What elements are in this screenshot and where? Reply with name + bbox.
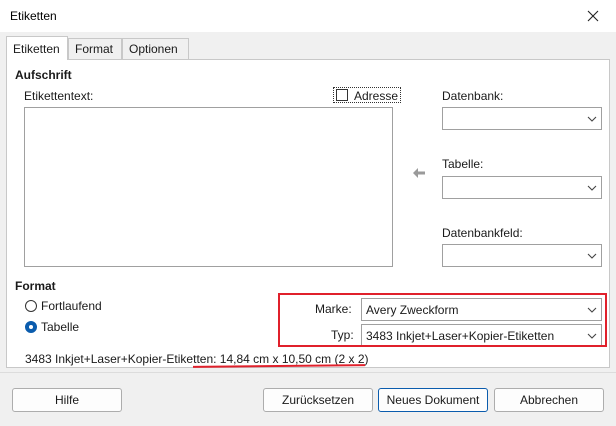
- chevron-down-icon: [583, 325, 601, 346]
- insert-field-button[interactable]: [409, 164, 429, 182]
- tab-format[interactable]: Format: [68, 38, 122, 60]
- tab-format-label: Format: [75, 42, 114, 56]
- format-heading: Format: [15, 279, 56, 293]
- neues-dokument-button[interactable]: Neues Dokument: [378, 388, 488, 412]
- marke-value: Avery Zweckform: [366, 303, 459, 317]
- hilfe-button[interactable]: Hilfe: [12, 388, 122, 412]
- tabelle-radio-label: Tabelle: [41, 320, 80, 334]
- chevron-down-icon: [583, 108, 601, 129]
- arrow-left-icon: [413, 168, 425, 178]
- etiketten-dialog: Etiketten Etiketten Format Optionen Aufs…: [0, 0, 616, 426]
- close-icon: [587, 10, 599, 22]
- tab-optionen[interactable]: Optionen: [122, 38, 189, 60]
- datenbankfeld-label: Datenbankfeld:: [442, 226, 523, 240]
- adresse-checkbox-group[interactable]: Adresse: [333, 87, 402, 103]
- chevron-down-icon: [583, 177, 601, 198]
- abbrechen-button[interactable]: Abbrechen: [494, 388, 604, 412]
- tabelle-radio[interactable]: [25, 321, 37, 333]
- fortlaufend-label: Fortlaufend: [41, 299, 102, 313]
- tabelle-select[interactable]: [442, 176, 602, 199]
- datenbank-select[interactable]: [442, 107, 602, 130]
- etikettentext-label: Etikettentext:: [24, 89, 94, 103]
- marke-select[interactable]: Avery Zweckform: [361, 298, 602, 321]
- etikettentext-textarea[interactable]: [24, 107, 393, 267]
- footer-separator: [0, 372, 616, 373]
- datenbankfeld-select[interactable]: [442, 244, 602, 267]
- abbrechen-button-label: Abbrechen: [519, 393, 579, 407]
- adresse-checkbox[interactable]: [336, 89, 348, 101]
- marke-label: Marke:: [315, 302, 352, 316]
- neues-dokument-button-label: Neues Dokument: [386, 393, 480, 407]
- tab-etiketten-label: Etiketten: [13, 42, 60, 56]
- tab-panel-etiketten: Aufschrift Etikettentext: Adresse Datenb…: [6, 59, 610, 368]
- fortlaufend-radio[interactable]: [25, 300, 37, 312]
- datenbank-label: Datenbank:: [442, 89, 504, 103]
- typ-select[interactable]: 3483 Inkjet+Laser+Kopier-Etiketten: [361, 324, 602, 347]
- title-bar: Etiketten: [0, 0, 616, 32]
- window-title: Etiketten: [10, 9, 57, 23]
- typ-value: 3483 Inkjet+Laser+Kopier-Etiketten: [366, 329, 555, 343]
- info-highlight-underline: [192, 364, 366, 368]
- tab-optionen-label: Optionen: [129, 42, 178, 56]
- close-button[interactable]: [570, 0, 616, 32]
- tab-etiketten[interactable]: Etiketten: [6, 36, 68, 60]
- tabelle-label: Tabelle:: [442, 157, 484, 171]
- chevron-down-icon: [583, 245, 601, 266]
- zuruecksetzen-button[interactable]: Zurücksetzen: [263, 388, 373, 412]
- zuruecksetzen-button-label: Zurücksetzen: [281, 393, 355, 407]
- chevron-down-icon: [583, 299, 601, 320]
- hilfe-button-label: Hilfe: [54, 393, 79, 407]
- typ-label: Typ:: [331, 328, 354, 342]
- adresse-label: Adresse: [354, 89, 399, 103]
- aufschrift-heading: Aufschrift: [15, 68, 72, 82]
